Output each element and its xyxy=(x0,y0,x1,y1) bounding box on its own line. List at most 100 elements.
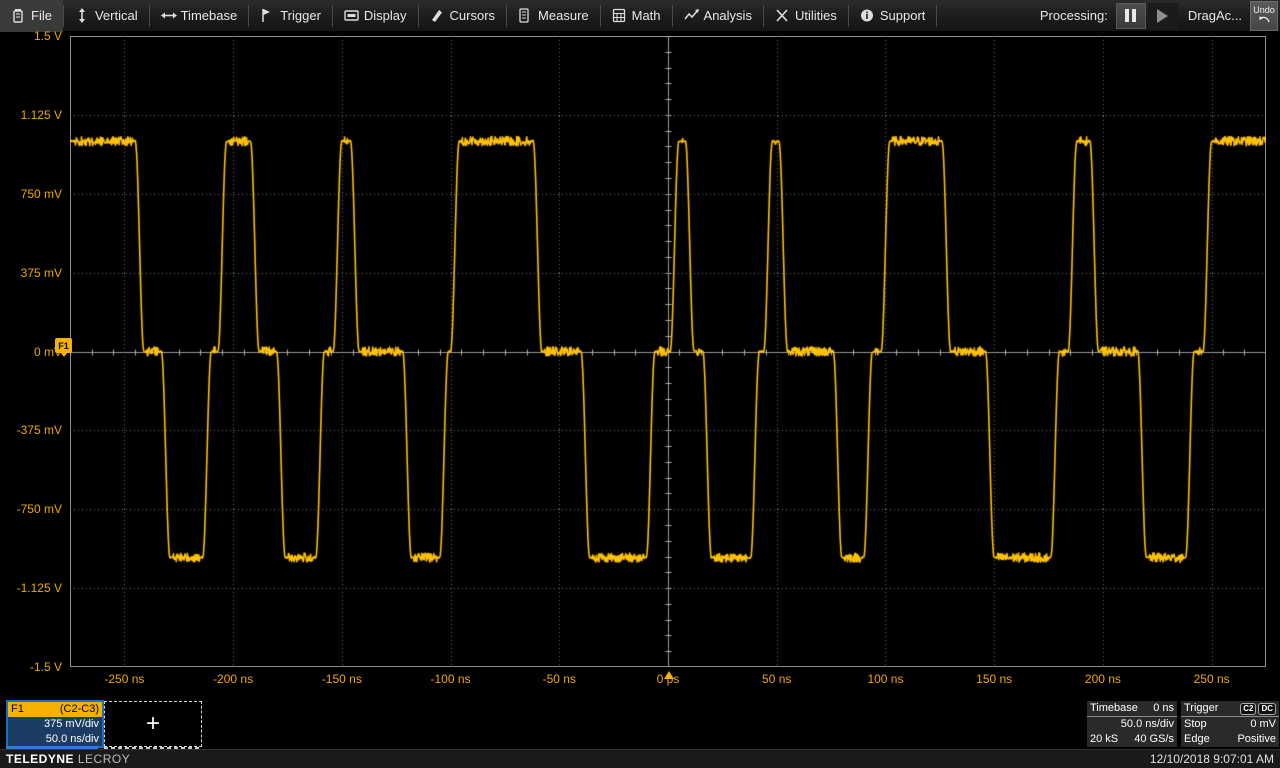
trace-descriptor-header: F1 (C2-C3) xyxy=(8,702,102,717)
trace-horizontal-scale: 50.0 ns/div xyxy=(45,733,99,745)
trigger-header: Trigger C2 DC xyxy=(1181,701,1279,717)
trace-vertical-scale: 375 mV/div xyxy=(43,718,99,730)
menu-item-math[interactable]: Math xyxy=(601,0,672,32)
menu-label: Utilities xyxy=(794,8,837,23)
trigger-source-chip[interactable]: C2 xyxy=(1240,702,1257,715)
waveform-graticule[interactable] xyxy=(70,36,1266,667)
trigger-title: Trigger xyxy=(1184,702,1219,714)
play-button[interactable] xyxy=(1147,2,1178,29)
plus-icon: + xyxy=(145,710,160,737)
x-tick-label: -100 ns xyxy=(430,672,471,686)
y-tick-label: 1.125 V xyxy=(20,107,62,122)
y-tick-label: 375 mV xyxy=(20,265,62,280)
trigger-slope: Positive xyxy=(1237,733,1276,745)
undo-arrow-icon xyxy=(1258,15,1271,26)
horizontal-arrows-icon xyxy=(160,8,177,23)
menu-label: Math xyxy=(631,8,661,23)
menu-item-analysis[interactable]: Analysis xyxy=(673,0,763,32)
cursors-icon xyxy=(430,8,444,23)
x-tick-label: -150 ns xyxy=(321,672,362,686)
x-tick-label: -250 ns xyxy=(104,672,145,686)
menu-label: Measure xyxy=(538,8,589,23)
x-tick-label: 250 ns xyxy=(1193,672,1230,686)
trigger-type: Edge xyxy=(1184,733,1210,745)
timebase-delay: 0 ns xyxy=(1153,702,1174,714)
support-info-icon xyxy=(860,8,874,23)
trace-descriptor-f1[interactable]: F1 (C2-C3) 375 mV/div 50.0 ns/div xyxy=(6,700,104,748)
menu-label: Analysis xyxy=(703,8,752,23)
timebase-memory: 20 kS xyxy=(1090,733,1119,745)
trigger-descriptor[interactable]: Trigger C2 DC Stop 0 mV Edge Positive xyxy=(1180,700,1280,748)
analysis-icon xyxy=(683,8,699,23)
menu-label: Timebase xyxy=(180,8,238,23)
x-tick-label: -200 ns xyxy=(213,672,254,686)
drag-action-label[interactable]: DragAc... xyxy=(1180,8,1250,23)
menu-item-file[interactable]: File xyxy=(0,0,63,32)
timebase-title: Timebase xyxy=(1090,702,1138,714)
y-tick-label: -1.125 V xyxy=(16,581,62,596)
trigger-mode-row: Edge Positive xyxy=(1181,732,1279,747)
y-tick-label: -750 mV xyxy=(16,502,62,517)
utilities-icon xyxy=(775,8,789,23)
menu-label: Trigger xyxy=(280,8,321,23)
y-tick-label: 1.5 V xyxy=(33,29,62,43)
undo-label: Undo xyxy=(1253,4,1275,15)
file-icon xyxy=(11,8,25,23)
math-icon xyxy=(612,8,626,23)
brand-light: LECROY xyxy=(77,752,131,766)
menu-item-vertical[interactable]: Vertical xyxy=(64,0,149,32)
menu-divider xyxy=(936,4,938,27)
x-tick-label: 50 ns xyxy=(762,672,792,686)
undo-button[interactable]: Undo xyxy=(1250,0,1278,31)
trigger-chips: C2 DC xyxy=(1238,702,1276,715)
brand-bold: TELEDYNE xyxy=(6,752,75,766)
f1-offset-marker[interactable]: F1 xyxy=(55,338,72,353)
brand-logo: TELEDYNE LECROY xyxy=(6,752,130,766)
y-tick-label: 0 mV xyxy=(33,344,62,359)
menu-item-display[interactable]: Display xyxy=(333,0,418,32)
menu-label: Support xyxy=(879,8,926,23)
x-tick-label: 150 ns xyxy=(976,672,1013,686)
timebase-scale: 50.0 ns/div xyxy=(1120,718,1174,730)
menu-item-utilities[interactable]: Utilities xyxy=(764,0,848,32)
menu-label: Display xyxy=(363,8,407,23)
menu-item-cursors[interactable]: Cursors xyxy=(419,0,507,32)
timebase-sample-rate: 40 GS/s xyxy=(1134,733,1174,745)
trigger-flag-icon xyxy=(260,8,274,23)
y-tick-label: -1.5 V xyxy=(29,660,62,674)
trigger-coupling-chip[interactable]: DC xyxy=(1258,702,1276,715)
timebase-header: Timebase 0 ns xyxy=(1087,701,1177,717)
waveform-canvas[interactable] xyxy=(70,36,1266,667)
main-menubar: File Vertical Timebase Trigger Display C… xyxy=(0,0,1280,32)
timebase-scale-row: 50.0 ns/div xyxy=(1087,717,1177,732)
trace-name: F1 xyxy=(11,703,24,715)
y-tick-label: -375 mV xyxy=(16,423,62,438)
trace-source: (C2-C3) xyxy=(59,703,99,715)
menu-label: Cursors xyxy=(449,8,496,23)
trigger-state: Stop xyxy=(1184,718,1207,730)
menu-label: File xyxy=(31,8,52,23)
pause-icon xyxy=(1125,9,1137,22)
f1-offset-marker-label: F1 xyxy=(58,340,69,351)
menu-item-measure[interactable]: Measure xyxy=(507,0,600,32)
oscilloscope-screen: File Vertical Timebase Trigger Display C… xyxy=(0,0,1280,768)
x-tick-label: -50 ns xyxy=(542,672,576,686)
timebase-acq-row: 20 kS 40 GS/s xyxy=(1087,732,1177,747)
add-trace-button[interactable]: + xyxy=(104,701,202,747)
processing-label: Processing: xyxy=(1039,8,1108,23)
pause-button[interactable] xyxy=(1115,2,1146,29)
measure-icon xyxy=(518,8,532,23)
trigger-position-marker[interactable] xyxy=(664,671,674,679)
menu-item-support[interactable]: Support xyxy=(849,0,937,32)
menu-item-trigger[interactable]: Trigger xyxy=(249,0,332,32)
status-footer: TELEDYNE LECROY 12/10/2018 9:07:01 AM xyxy=(0,749,1280,768)
play-icon xyxy=(1157,8,1169,23)
display-icon xyxy=(344,8,359,23)
trigger-state-row: Stop 0 mV xyxy=(1181,717,1279,732)
trigger-level: 0 mV xyxy=(1250,718,1276,730)
timebase-descriptor[interactable]: Timebase 0 ns 50.0 ns/div 20 kS 40 GS/s xyxy=(1086,700,1178,748)
menu-item-timebase[interactable]: Timebase xyxy=(150,0,249,32)
x-tick-label: 100 ns xyxy=(867,672,904,686)
menu-label: Vertical xyxy=(94,8,138,23)
x-tick-label: 200 ns xyxy=(1084,672,1121,686)
